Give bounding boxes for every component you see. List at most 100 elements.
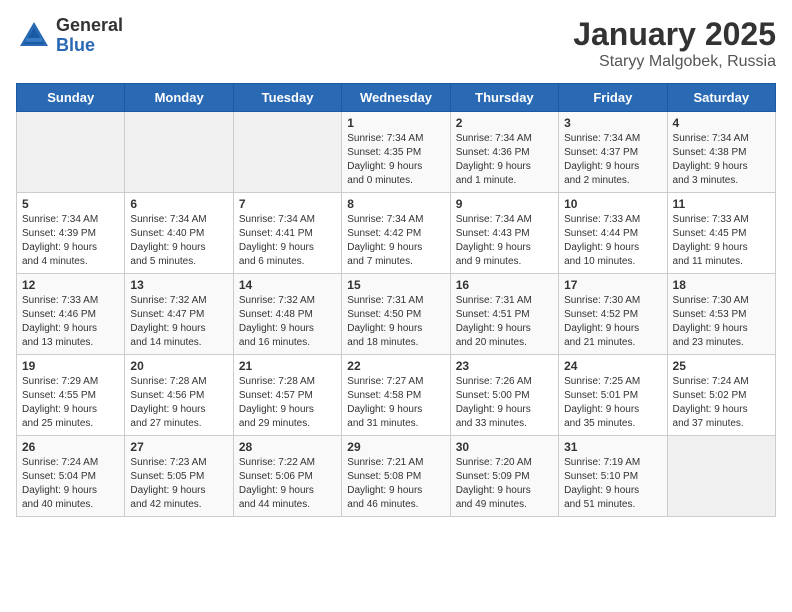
calendar-cell: 20 Sunrise: 7:28 AM Sunset: 4:56 PM Dayli… [125, 355, 233, 436]
day-number: 21 [239, 359, 336, 373]
day-number: 2 [456, 116, 553, 130]
calendar-week-5: 26 Sunrise: 7:24 AM Sunset: 5:04 PM Dayli… [17, 436, 776, 517]
day-info: Sunrise: 7:23 AM Sunset: 5:05 PM Dayligh… [130, 456, 227, 512]
calendar-cell: 30Sunrise: 7:20 AM Sunset: 5:09 PM Dayli… [450, 436, 558, 517]
day-info: Sunrise: 7:34 AM Sunset: 4:37 PM Dayligh… [564, 132, 661, 188]
day-info: Sunrise: 7:29 AM Sunset: 4:55 PM Dayligh… [22, 375, 119, 431]
calendar-cell: 24Sunrise: 7:25 AM Sunset: 5:01 PM Dayli… [559, 355, 667, 436]
calendar-cell: 1Sunrise: 7:34 AM Sunset: 4:35 PM Daylig… [342, 112, 450, 193]
calendar-week-1: 1Sunrise: 7:34 AM Sunset: 4:35 PM Daylig… [17, 112, 776, 193]
day-info: Sunrise: 7:34 AM Sunset: 4:41 PM Dayligh… [239, 213, 336, 269]
day-number: 19 [22, 359, 119, 373]
calendar-week-3: 12Sunrise: 7:33 AM Sunset: 4:46 PM Dayli… [17, 274, 776, 355]
title-block: January 2025 Staryy Malgobek, Russia [573, 16, 776, 71]
calendar-cell: 13Sunrise: 7:32 AM Sunset: 4:47 PM Dayli… [125, 274, 233, 355]
calendar-cell: 21 Sunrise: 7:28 AM Sunset: 4:57 PM Dayli… [233, 355, 341, 436]
day-info: Sunrise: 7:25 AM Sunset: 5:01 PM Dayligh… [564, 375, 661, 431]
day-info: Sunrise: 7:34 AM Sunset: 4:40 PM Dayligh… [130, 213, 227, 269]
day-info: Sunrise: 7:28 AM Sunset: 4:57 PM Dayligh… [239, 375, 336, 431]
day-number: 16 [456, 278, 553, 292]
calendar-cell: 23 Sunrise: 7:26 AM Sunset: 5:00 PM Dayli… [450, 355, 558, 436]
day-number: 18 [673, 278, 770, 292]
logo-text: General Blue [56, 16, 123, 56]
calendar-title: January 2025 [573, 16, 776, 53]
calendar-cell: 22 Sunrise: 7:27 AM Sunset: 4:58 PM Dayli… [342, 355, 450, 436]
day-info: Sunrise: 7:34 AM Sunset: 4:39 PM Dayligh… [22, 213, 119, 269]
day-info: Sunrise: 7:31 AM Sunset: 4:51 PM Dayligh… [456, 294, 553, 350]
day-info: Sunrise: 7:33 AM Sunset: 4:46 PM Dayligh… [22, 294, 119, 350]
day-number: 4 [673, 116, 770, 130]
day-info: Sunrise: 7:24 AM Sunset: 5:04 PM Dayligh… [22, 456, 119, 512]
weekday-header-monday: Monday [125, 84, 233, 112]
calendar-cell: 3Sunrise: 7:34 AM Sunset: 4:37 PM Daylig… [559, 112, 667, 193]
calendar-cell: 19 Sunrise: 7:29 AM Sunset: 4:55 PM Dayli… [17, 355, 125, 436]
day-info: Sunrise: 7:33 AM Sunset: 4:45 PM Dayligh… [673, 213, 770, 269]
calendar-cell: 26 Sunrise: 7:24 AM Sunset: 5:04 PM Dayli… [17, 436, 125, 517]
day-info: Sunrise: 7:19 AM Sunset: 5:10 PM Dayligh… [564, 456, 661, 512]
day-number: 10 [564, 197, 661, 211]
day-info: Sunrise: 7:32 AM Sunset: 4:48 PM Dayligh… [239, 294, 336, 350]
weekday-header-sunday: Sunday [17, 84, 125, 112]
day-number: 9 [456, 197, 553, 211]
calendar-cell [667, 436, 775, 517]
calendar-cell: 16 Sunrise: 7:31 AM Sunset: 4:51 PM Dayli… [450, 274, 558, 355]
page-header: General Blue January 2025 Staryy Malgobe… [16, 16, 776, 71]
logo-general-text: General [56, 16, 123, 36]
calendar-cell: 2Sunrise: 7:34 AM Sunset: 4:36 PM Daylig… [450, 112, 558, 193]
day-number: 27 [130, 440, 227, 454]
calendar-cell: 17 Sunrise: 7:30 AM Sunset: 4:52 PM Dayli… [559, 274, 667, 355]
calendar-cell: 10 Sunrise: 7:33 AM Sunset: 4:44 PM Dayli… [559, 193, 667, 274]
day-info: Sunrise: 7:28 AM Sunset: 4:56 PM Dayligh… [130, 375, 227, 431]
day-info: Sunrise: 7:30 AM Sunset: 4:53 PM Dayligh… [673, 294, 770, 350]
calendar-cell: 18 Sunrise: 7:30 AM Sunset: 4:53 PM Dayli… [667, 274, 775, 355]
day-number: 23 [456, 359, 553, 373]
calendar-cell [17, 112, 125, 193]
day-number: 11 [673, 197, 770, 211]
day-number: 6 [130, 197, 227, 211]
day-number: 14 [239, 278, 336, 292]
calendar-cell: 25 Sunrise: 7:24 AM Sunset: 5:02 PM Dayli… [667, 355, 775, 436]
weekday-header-row: SundayMondayTuesdayWednesdayThursdayFrid… [17, 84, 776, 112]
day-info: Sunrise: 7:21 AM Sunset: 5:08 PM Dayligh… [347, 456, 444, 512]
calendar-cell [125, 112, 233, 193]
calendar-cell: 8Sunrise: 7:34 AM Sunset: 4:42 PM Daylig… [342, 193, 450, 274]
logo-blue-text: Blue [56, 36, 123, 56]
calendar-cell: 4Sunrise: 7:34 AM Sunset: 4:38 PM Daylig… [667, 112, 775, 193]
day-number: 13 [130, 278, 227, 292]
weekday-header-friday: Friday [559, 84, 667, 112]
day-info: Sunrise: 7:22 AM Sunset: 5:06 PM Dayligh… [239, 456, 336, 512]
day-info: Sunrise: 7:30 AM Sunset: 4:52 PM Dayligh… [564, 294, 661, 350]
calendar-cell: 6 Sunrise: 7:34 AM Sunset: 4:40 PM Daylig… [125, 193, 233, 274]
day-number: 26 [22, 440, 119, 454]
weekday-header-saturday: Saturday [667, 84, 775, 112]
calendar-cell: 14 Sunrise: 7:32 AM Sunset: 4:48 PM Dayli… [233, 274, 341, 355]
day-number: 29 [347, 440, 444, 454]
day-info: Sunrise: 7:26 AM Sunset: 5:00 PM Dayligh… [456, 375, 553, 431]
calendar-table: SundayMondayTuesdayWednesdayThursdayFrid… [16, 83, 776, 517]
weekday-header-wednesday: Wednesday [342, 84, 450, 112]
calendar-cell [233, 112, 341, 193]
calendar-week-4: 19 Sunrise: 7:29 AM Sunset: 4:55 PM Dayli… [17, 355, 776, 436]
day-number: 17 [564, 278, 661, 292]
day-number: 28 [239, 440, 336, 454]
calendar-cell: 27 Sunrise: 7:23 AM Sunset: 5:05 PM Dayli… [125, 436, 233, 517]
calendar-location: Staryy Malgobek, Russia [573, 53, 776, 71]
day-info: Sunrise: 7:20 AM Sunset: 5:09 PM Dayligh… [456, 456, 553, 512]
day-info: Sunrise: 7:24 AM Sunset: 5:02 PM Dayligh… [673, 375, 770, 431]
calendar-cell: 31 Sunrise: 7:19 AM Sunset: 5:10 PM Dayli… [559, 436, 667, 517]
logo: General Blue [16, 16, 123, 56]
day-info: Sunrise: 7:27 AM Sunset: 4:58 PM Dayligh… [347, 375, 444, 431]
day-number: 25 [673, 359, 770, 373]
day-number: 15 [347, 278, 444, 292]
day-number: 5 [22, 197, 119, 211]
calendar-cell: 15Sunrise: 7:31 AM Sunset: 4:50 PM Dayli… [342, 274, 450, 355]
day-info: Sunrise: 7:33 AM Sunset: 4:44 PM Dayligh… [564, 213, 661, 269]
day-number: 20 [130, 359, 227, 373]
calendar-week-2: 5 Sunrise: 7:34 AM Sunset: 4:39 PM Daylig… [17, 193, 776, 274]
calendar-cell: 12Sunrise: 7:33 AM Sunset: 4:46 PM Dayli… [17, 274, 125, 355]
day-number: 8 [347, 197, 444, 211]
day-number: 22 [347, 359, 444, 373]
day-number: 31 [564, 440, 661, 454]
calendar-cell: 5 Sunrise: 7:34 AM Sunset: 4:39 PM Daylig… [17, 193, 125, 274]
calendar-cell: 11 Sunrise: 7:33 AM Sunset: 4:45 PM Dayli… [667, 193, 775, 274]
